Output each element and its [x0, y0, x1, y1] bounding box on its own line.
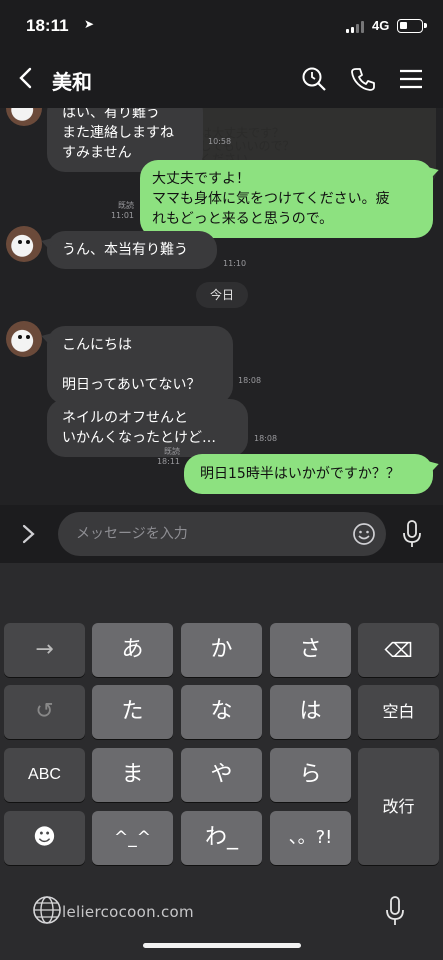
japanese-keyboard: → あ か さ ⌫ ↺ た な は 空白 ABC ま や ら 改行 ☻ ^_^ …: [0, 563, 443, 960]
key-ha[interactable]: は: [270, 685, 351, 739]
message-time: 18:11: [156, 457, 180, 466]
key-ta[interactable]: た: [92, 685, 173, 739]
message-bubble[interactable]: うん、本当有り難う: [47, 231, 217, 269]
message-field[interactable]: [58, 512, 386, 556]
date-divider: 今日: [196, 282, 248, 308]
message-time: 10:58: [208, 137, 232, 146]
key-na[interactable]: な: [181, 685, 262, 739]
home-indicator[interactable]: [143, 943, 301, 948]
read-receipt: 既読: [164, 447, 180, 456]
space-key[interactable]: 空白: [358, 685, 439, 739]
signal-icon: [346, 21, 366, 33]
avatar[interactable]: [6, 108, 42, 126]
kaomoji-key[interactable]: ^_^: [92, 811, 173, 865]
return-key[interactable]: 改行: [358, 748, 439, 865]
message-bubble[interactable]: 明日15時半はいかがですか？？: [184, 454, 433, 494]
avatar[interactable]: [6, 226, 42, 262]
clock: 18:11: [26, 16, 69, 35]
punctuation-key[interactable]: 、。?!: [270, 811, 351, 865]
key-ra[interactable]: ら: [270, 748, 351, 802]
message-time: 18:08: [238, 376, 262, 385]
message-time: 11:01: [110, 211, 134, 220]
emoji-key[interactable]: ☻: [4, 811, 85, 865]
key-sa[interactable]: さ: [270, 623, 351, 677]
dictation-mic-icon[interactable]: [384, 895, 406, 927]
abc-key[interactable]: ABC: [4, 748, 85, 802]
search-icon[interactable]: [301, 66, 327, 92]
message-time: 18:08: [254, 434, 278, 443]
message-time: 11:10: [223, 259, 247, 268]
arrow-key[interactable]: →: [4, 623, 85, 677]
phone-icon[interactable]: [350, 66, 376, 92]
message-bubble[interactable]: ネイルのオフせんと いかんくなったとけど…: [47, 399, 248, 457]
key-ka[interactable]: か: [181, 623, 262, 677]
location-arrow-icon: ➤: [84, 17, 95, 31]
emoji-icon[interactable]: [352, 522, 376, 546]
key-wa[interactable]: わ_: [181, 811, 262, 865]
chat-area[interactable]: ますか 妊娠の方は大丈夫です？ に、どうしてもいいので？ また連絡ください。 は…: [0, 108, 443, 505]
watermark: leliercocoon.com: [62, 903, 194, 921]
microphone-icon[interactable]: [401, 519, 423, 549]
key-a[interactable]: あ: [92, 623, 173, 677]
battery-icon: [397, 19, 427, 33]
back-arrow-icon[interactable]: [16, 66, 38, 90]
chat-header: 美和: [0, 50, 443, 108]
chevron-right-icon[interactable]: [20, 522, 38, 546]
chat-title: 美和: [52, 70, 92, 94]
message-bubble[interactable]: こんにちは 明日ってあいてない？: [47, 326, 233, 404]
menu-icon[interactable]: [398, 66, 424, 92]
key-ya[interactable]: や: [181, 748, 262, 802]
key-ma[interactable]: ま: [92, 748, 173, 802]
globe-icon[interactable]: [32, 895, 62, 925]
message-input[interactable]: [76, 512, 346, 556]
read-receipt: 既読: [118, 201, 134, 210]
network-type: 4G: [372, 18, 390, 33]
undo-key[interactable]: ↺: [4, 685, 85, 739]
message-bubble[interactable]: 大丈夫ですよ！ ママも身体に気をつけてください。疲 れもどっと来ると思うので。: [140, 160, 433, 238]
avatar[interactable]: [6, 321, 42, 357]
message-input-bar: [0, 505, 443, 563]
backspace-key[interactable]: ⌫: [358, 623, 439, 677]
status-bar: 18:11 ➤ 4G: [0, 0, 443, 50]
